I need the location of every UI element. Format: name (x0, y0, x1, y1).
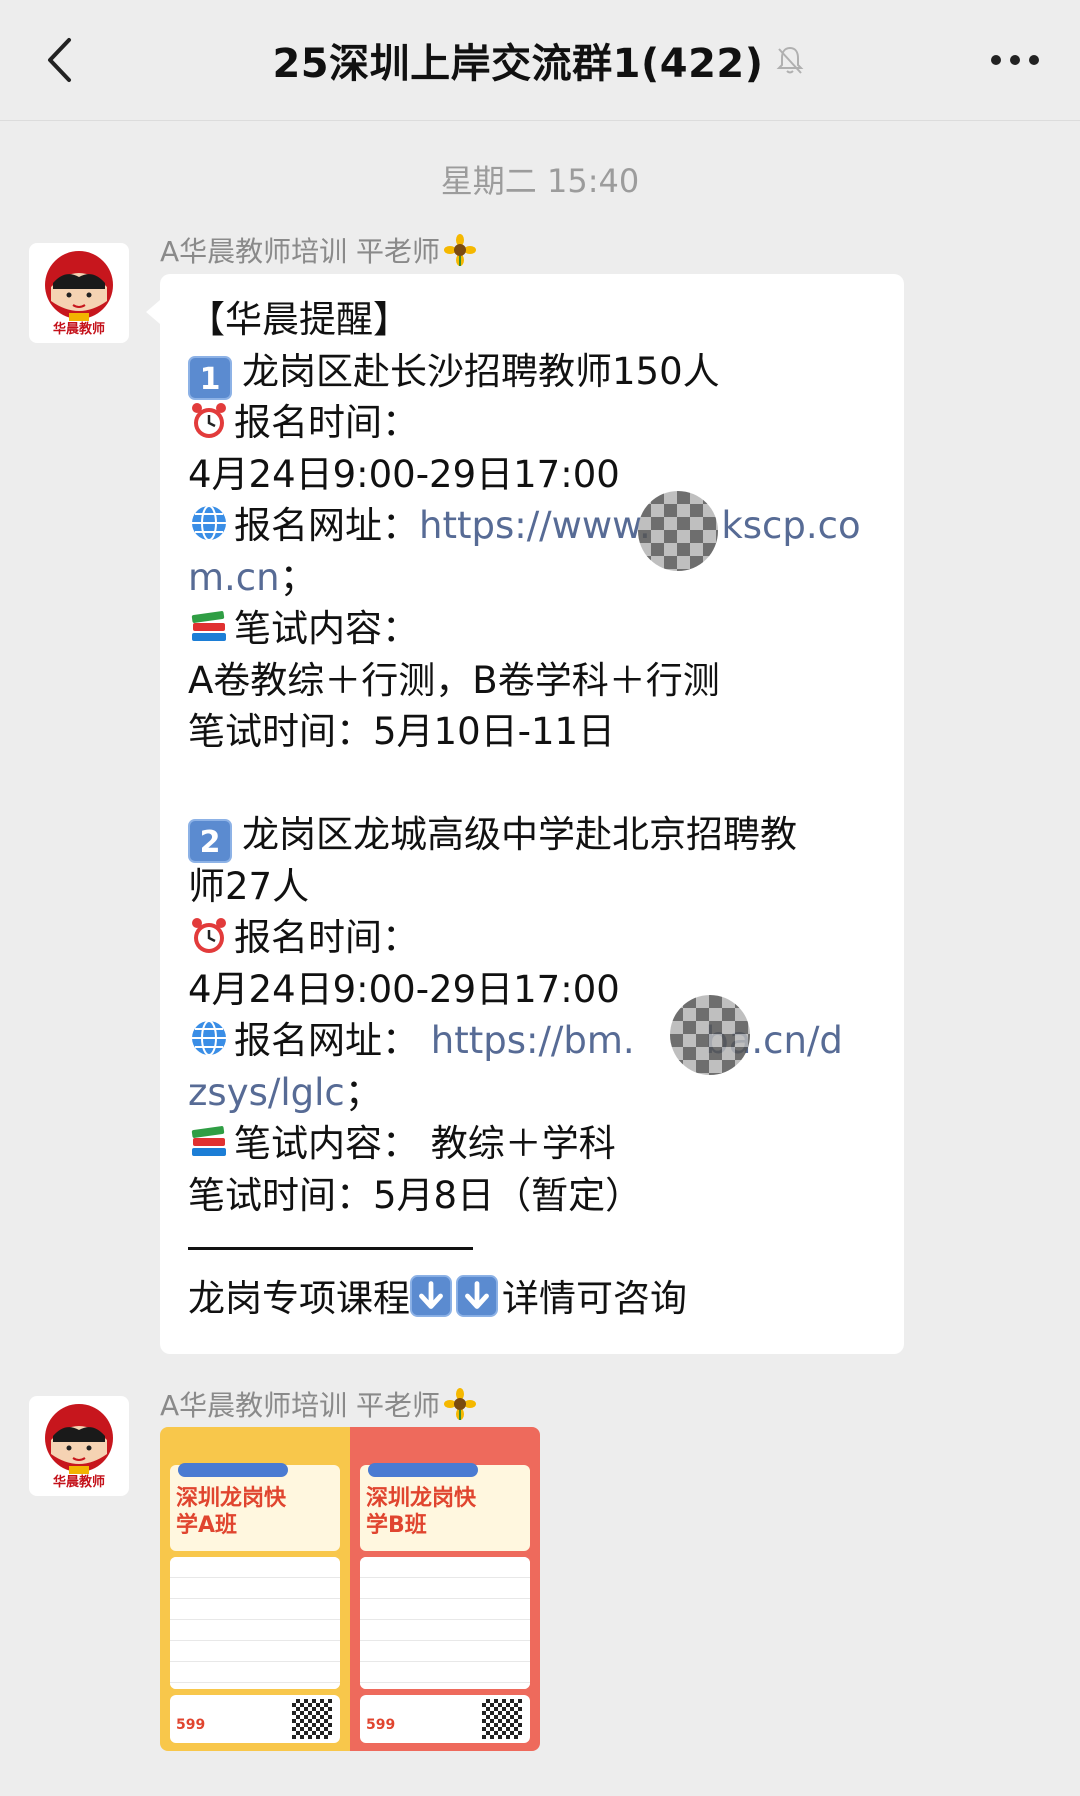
avatar-brand-text: 华晨教师 (52, 322, 105, 337)
message-line: 4月24日9:00-29日17:00 (188, 964, 884, 1016)
redacted-blur (670, 995, 750, 1075)
message-text: 龙岗专项课程 (188, 1276, 410, 1320)
globe-icon (188, 1017, 230, 1059)
back-button[interactable] (30, 30, 90, 90)
message-text: ； (279, 555, 317, 599)
poster-tag (368, 1463, 478, 1477)
alarm-clock-icon (188, 914, 230, 956)
down-arrow-icon (410, 1274, 452, 1317)
chat-header: 25深圳上岸交流群1(422) (0, 0, 1080, 121)
message-text: 报名网址： (234, 1019, 431, 1062)
message-line: 笔试内容： (188, 603, 884, 655)
chat-title: 25深圳上岸交流群1(422) (272, 41, 764, 87)
message-timestamp: 星期二 15:40 (440, 162, 640, 200)
message-text: A卷教综＋行测，B卷学科＋行测 (188, 658, 720, 702)
message-line: 笔试时间：5月8日（暂定） (188, 1170, 884, 1222)
message-line (188, 758, 884, 810)
message-text: 报名时间： (234, 401, 419, 444)
qr-code-icon (482, 1699, 522, 1739)
number-2-icon: 2 (188, 819, 232, 863)
avatar[interactable]: 华晨教师 (29, 243, 129, 343)
url-link[interactable]: https://bm. ba.cn/d (431, 1019, 843, 1062)
message-text: 龙岗区赴长沙招聘教师150人 (242, 349, 720, 393)
message-line: 龙岗专项课程 详情可咨询 (188, 1273, 884, 1325)
message-text: 笔试时间：5月8日（暂定） (188, 1173, 643, 1217)
books-icon (188, 605, 230, 647)
books-icon (188, 1120, 230, 1162)
message-text: 4月24日9:00-29日17:00 (188, 967, 620, 1011)
message-text: ； (344, 1070, 382, 1114)
poster-table (170, 1557, 340, 1689)
poster-title: 深圳龙岗快学B班 (366, 1486, 477, 1538)
message-line: 【华晨提醒】 (188, 294, 884, 346)
message-line: 报名时间： (188, 397, 884, 449)
message-text: 【华晨提醒】 (188, 298, 410, 341)
message-line: 报名时间： (188, 912, 884, 964)
message-line: m.cn； (188, 552, 884, 604)
message-line: zsys/lglc； (188, 1067, 884, 1119)
course-poster-b: 深圳龙岗快学B班 599 (350, 1427, 540, 1751)
avatar[interactable]: 华晨教师 (29, 1396, 129, 1496)
bell-off-icon (774, 43, 808, 77)
message-line: 4月24日9:00-29日17:00 (188, 449, 884, 501)
text-message-bubble[interactable]: 【华晨提醒】 1 龙岗区赴长沙招聘教师150人 报名时间： 4月24日9:00-29日1… (146, 274, 904, 1354)
chevron-left-icon (48, 38, 71, 82)
message-text: 详情可咨询 (502, 1276, 687, 1320)
message-text: 4月24日9:00-29日17:00 (188, 452, 620, 496)
message-text: 报名网址： (234, 504, 419, 547)
more-dots-icon (991, 55, 1039, 65)
avatar-brand-text: 华晨教师 (52, 1475, 105, 1490)
url-link[interactable]: zsys/lglc (188, 1071, 345, 1114)
message-line (188, 1221, 884, 1273)
poster-table (360, 1557, 530, 1689)
message-text: 笔试内容： (234, 607, 419, 650)
chat-title-wrap: 25深圳上岸交流群1(422) (120, 0, 960, 120)
sunflower-icon (444, 234, 477, 266)
image-message[interactable]: 深圳龙岗快学A班 599 深圳龙岗快学B班 599 (160, 1427, 540, 1751)
sender-name: A华晨教师培训 平老师 (160, 230, 477, 270)
course-poster-a: 深圳龙岗快学A班 599 (160, 1427, 350, 1751)
sender-name: A华晨教师培训 平老师 (160, 1384, 477, 1424)
message-line: 报名网址：https://www. kscp.co (188, 500, 884, 552)
message-text: 师27人 (188, 864, 310, 908)
sunflower-icon (444, 1388, 477, 1420)
message-text: 笔试时间：5月10日-11日 (188, 710, 616, 753)
message-line: 师27人 (188, 861, 884, 913)
down-arrow-icon (456, 1274, 498, 1317)
poster-price: 599 (176, 1717, 206, 1733)
message-text: 报名时间： (234, 916, 419, 959)
message-text: 笔试内容： 教综＋学科 (234, 1122, 616, 1165)
redacted-blur (638, 491, 718, 571)
message-line: 笔试内容： 教综＋学科 (188, 1118, 884, 1170)
poster-price: 599 (366, 1717, 396, 1733)
poster-title: 深圳龙岗快学A班 (176, 1486, 287, 1538)
message-line: 报名网址： https://bm. ba.cn/d (188, 1015, 884, 1067)
sender-name-text: A华晨教师培训 平老师 (160, 235, 441, 268)
divider-line (188, 1247, 473, 1250)
message-line: 1 龙岗区赴长沙招聘教师150人 (188, 346, 884, 400)
message-line: 笔试时间：5月10日-11日 (188, 706, 884, 758)
message-line: A卷教综＋行测，B卷学科＋行测 (188, 655, 884, 707)
alarm-clock-icon (188, 399, 230, 441)
more-button[interactable] (980, 34, 1050, 86)
qr-code-icon (292, 1699, 332, 1739)
poster-tag (178, 1463, 288, 1477)
number-1-icon: 1 (188, 355, 232, 400)
message-line: 2 龙岗区龙城高级中学赴北京招聘教 (188, 809, 884, 863)
globe-icon (188, 502, 230, 544)
sender-name-text: A华晨教师培训 平老师 (160, 1389, 441, 1422)
url-link[interactable]: m.cn (188, 556, 280, 599)
message-text: 龙岗区龙城高级中学赴北京招聘教 (242, 813, 797, 856)
